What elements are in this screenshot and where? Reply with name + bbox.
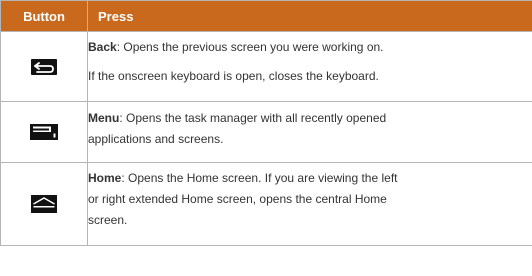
- home-text-1: : Opens the Home screen. If you are view…: [121, 171, 398, 185]
- menu-text-1: : Opens the task manager with all recent…: [119, 111, 387, 125]
- menu-icon: [30, 124, 58, 140]
- header-press: Press: [87, 0, 532, 32]
- menu-name: Menu: [88, 111, 120, 125]
- table-row-home: Home: Opens the Home screen. If you are …: [0, 162, 532, 246]
- back-description: Back: Opens the previous screen you were…: [87, 31, 532, 102]
- home-icon-cell: [0, 162, 88, 246]
- buttons-table: Button Press Back: Opens the previous sc…: [0, 0, 532, 246]
- back-icon-cell: [0, 31, 88, 102]
- menu-text-2: applications and screens.: [88, 132, 224, 146]
- back-icon: [31, 58, 57, 75]
- back-name: Back: [88, 40, 117, 54]
- table-header-row: Button Press: [0, 0, 532, 32]
- menu-icon-cell: [0, 101, 88, 163]
- table-row-back: Back: Opens the previous screen you were…: [0, 31, 532, 102]
- home-text-3: screen.: [88, 213, 128, 227]
- back-text: : Opens the previous screen you were wor…: [116, 40, 384, 54]
- table-row-menu: Menu: Opens the task manager with all re…: [0, 101, 532, 163]
- home-text-2: or right extended Home screen, opens the…: [88, 192, 387, 206]
- home-name: Home: [88, 171, 122, 185]
- home-description: Home: Opens the Home screen. If you are …: [87, 162, 532, 246]
- header-button: Button: [0, 0, 88, 32]
- menu-description: Menu: Opens the task manager with all re…: [87, 101, 532, 163]
- back-extra: If the onscreen keyboard is open, closes…: [88, 69, 379, 83]
- home-icon: [31, 195, 57, 213]
